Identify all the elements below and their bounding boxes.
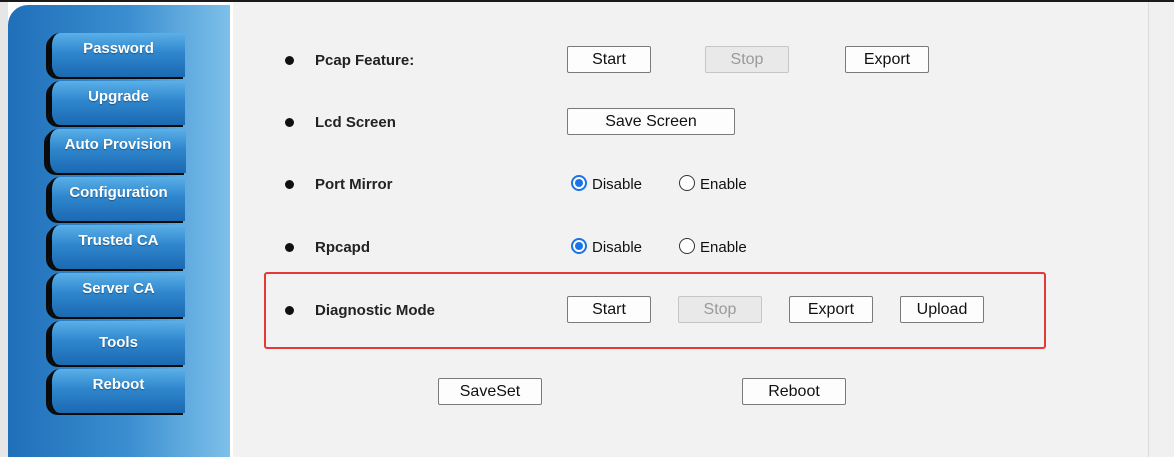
sidebar-item-label: Reboot — [92, 376, 145, 393]
main-content: Pcap Feature: Start Stop Export Lcd Scre… — [233, 2, 1148, 457]
bullet-icon — [285, 243, 294, 252]
lcd-screen-label: Lcd Screen — [315, 114, 396, 131]
diagnostic-mode-row: Diagnostic Mode Start Stop Export Upload — [233, 296, 1148, 326]
sidebar-item-upgrade[interactable]: Upgrade — [48, 81, 185, 125]
port-mirror-enable-label: Enable — [700, 176, 747, 193]
sidebar-item-server-ca[interactable]: Server CA — [48, 273, 185, 317]
vertical-scrollbar[interactable] — [1148, 2, 1174, 457]
lcd-screen-row: Lcd Screen Save Screen — [233, 108, 1148, 138]
rpcapd-row: Rpcapd Disable Enable — [233, 233, 1148, 263]
bullet-icon — [285, 306, 294, 315]
port-mirror-enable-radio[interactable] — [679, 175, 695, 191]
pcap-start-button[interactable]: Start — [567, 46, 651, 73]
rpcapd-radio-group: Disable Enable — [571, 237, 771, 259]
bullet-icon — [285, 56, 294, 65]
port-mirror-row: Port Mirror Disable Enable — [233, 170, 1148, 200]
diagnostic-export-button[interactable]: Export — [789, 296, 873, 323]
sidebar-item-trusted-ca[interactable]: Trusted CA — [48, 225, 185, 269]
bullet-icon — [285, 180, 294, 189]
port-mirror-disable-radio[interactable] — [571, 175, 587, 191]
rpcapd-disable-label: Disable — [592, 239, 643, 256]
sidebar-item-tools[interactable]: Tools — [48, 321, 185, 365]
port-mirror-radio-group: Disable Enable — [571, 174, 771, 196]
sidebar-item-reboot[interactable]: Reboot — [48, 369, 185, 413]
sidebar-item-label: Server CA — [82, 280, 155, 297]
sidebar-item-label: Configuration — [69, 184, 168, 201]
sidebar-item-label: Tools — [99, 334, 138, 351]
port-mirror-disable-label: Disable — [592, 176, 643, 193]
sidebar-item-label: Auto Provision — [64, 136, 172, 153]
rpcapd-disable-radio[interactable] — [571, 238, 587, 254]
save-screen-button[interactable]: Save Screen — [567, 108, 735, 135]
sidebar: Password Upgrade Auto Provision Configur… — [8, 5, 230, 457]
diagnostic-start-button[interactable]: Start — [567, 296, 651, 323]
rpcapd-enable-label: Enable — [700, 239, 747, 256]
saveset-button[interactable]: SaveSet — [438, 378, 542, 405]
sidebar-item-password[interactable]: Password — [48, 33, 185, 77]
diagnostic-mode-label: Diagnostic Mode — [315, 302, 436, 319]
sidebar-item-configuration[interactable]: Configuration — [48, 177, 185, 221]
sidebar-item-label: Upgrade — [88, 88, 149, 105]
sidebar-item-label: Password — [83, 40, 154, 57]
bullet-icon — [285, 118, 294, 127]
pcap-export-button[interactable]: Export — [845, 46, 929, 73]
rpcapd-enable-radio[interactable] — [679, 238, 695, 254]
footer-actions: SaveSet Reboot — [233, 378, 1148, 408]
sidebar-item-auto-provision[interactable]: Auto Provision — [46, 129, 186, 173]
pcap-feature-row: Pcap Feature: Start Stop Export — [233, 46, 1148, 76]
diagnostic-stop-button[interactable]: Stop — [678, 296, 762, 323]
diagnostic-upload-button[interactable]: Upload — [900, 296, 984, 323]
sidebar-item-label: Trusted CA — [78, 232, 159, 249]
pcap-feature-label: Pcap Feature: — [315, 52, 415, 69]
rpcapd-label: Rpcapd — [315, 239, 371, 256]
left-gutter — [0, 2, 8, 457]
pcap-stop-button[interactable]: Stop — [705, 46, 789, 73]
port-mirror-label: Port Mirror — [315, 176, 393, 193]
reboot-button[interactable]: Reboot — [742, 378, 846, 405]
